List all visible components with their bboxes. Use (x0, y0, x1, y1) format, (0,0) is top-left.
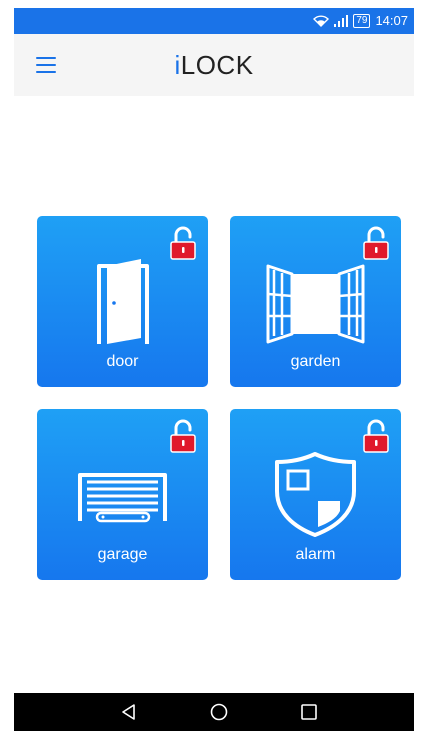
garage-tile[interactable]: garage (37, 409, 208, 580)
tile-label: garage (97, 546, 148, 563)
phone-screen: 79 14:07 iLOCK door garden garage alarm (14, 0, 414, 731)
status-time: 14:07 (375, 13, 408, 28)
unlocked-padlock-icon (170, 419, 196, 453)
app-bar: iLOCK (14, 34, 414, 96)
garage-door-icon (78, 473, 167, 523)
app-title: iLOCK (14, 50, 414, 81)
door-icon (97, 259, 149, 344)
garden-tile[interactable]: garden (230, 216, 401, 387)
door-tile[interactable]: door (37, 216, 208, 387)
app-title-rest: LOCK (180, 50, 254, 80)
status-bar: 79 14:07 (14, 8, 414, 34)
back-icon[interactable] (119, 702, 139, 722)
tile-label: garden (290, 353, 341, 370)
wifi-icon (313, 14, 330, 27)
alarm-shield-icon (275, 452, 356, 537)
status-icons: 79 14:07 (313, 13, 408, 28)
alarm-tile[interactable]: alarm (230, 409, 401, 580)
signal-icon (334, 14, 349, 27)
navigation-bar (14, 693, 414, 731)
unlocked-padlock-icon (363, 226, 389, 260)
recents-icon[interactable] (299, 702, 319, 722)
unlocked-padlock-icon (363, 419, 389, 453)
tile-label: alarm (295, 546, 336, 563)
battery-icon: 79 (353, 13, 371, 28)
home-icon[interactable] (209, 702, 229, 722)
garden-window-icon (266, 264, 365, 344)
tile-label: door (106, 353, 139, 370)
unlocked-padlock-icon (170, 226, 196, 260)
